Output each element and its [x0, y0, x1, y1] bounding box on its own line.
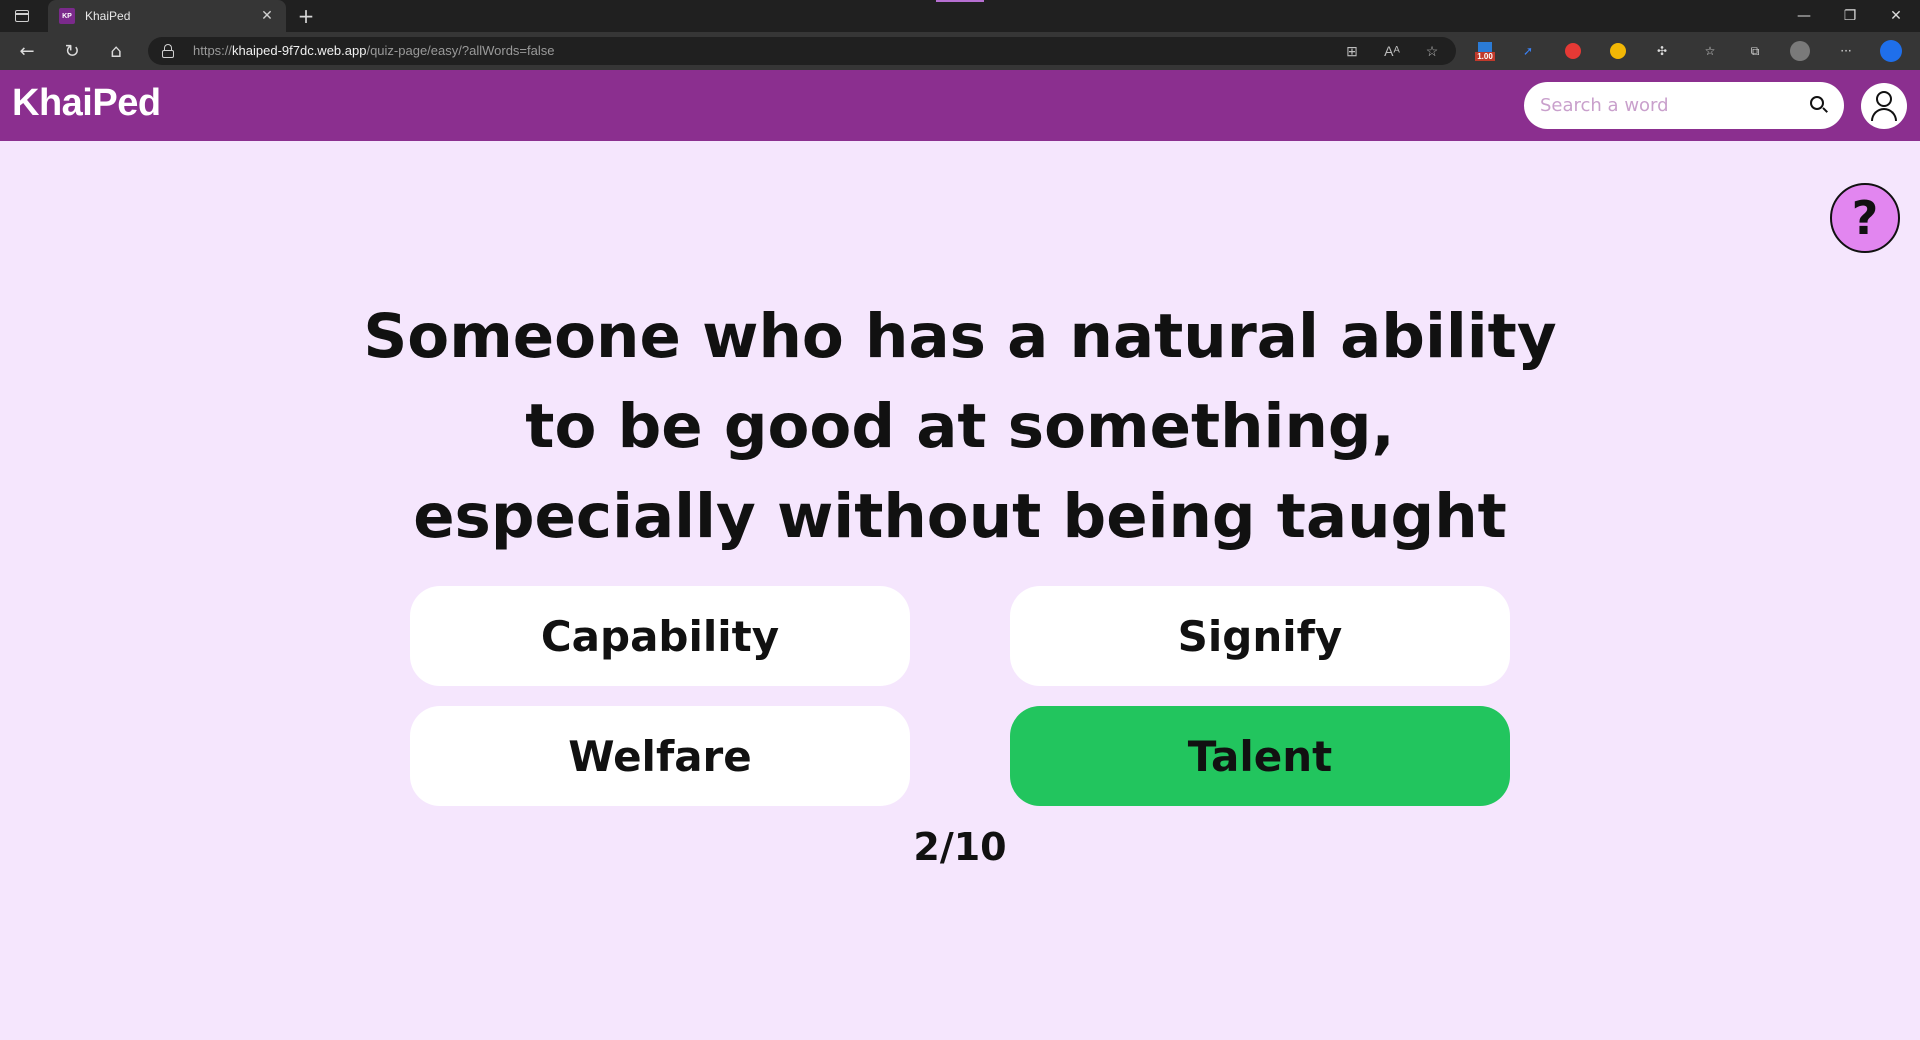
browser-tab-strip: KP KhaiPed ✕ + — ❐ ✕ — [0, 0, 1920, 32]
app-available-icon[interactable]: ⊞ — [1342, 41, 1362, 61]
window-indicator — [936, 0, 984, 2]
quiz-progress: 2/10 — [913, 825, 1007, 869]
quiz-question: Someone who has a natural ability to be … — [363, 301, 1557, 552]
favorites-icon[interactable]: ☆ — [1699, 41, 1721, 61]
answer-option[interactable]: Welfare — [410, 706, 910, 806]
answer-option[interactable]: Signify — [1010, 586, 1510, 686]
back-icon[interactable]: ← — [14, 39, 40, 63]
more-menu-icon[interactable]: ··· — [1835, 41, 1857, 61]
collections-icon[interactable]: ⧉ — [1744, 41, 1766, 61]
speed-extension-icon[interactable]: 1.00 — [1474, 41, 1496, 61]
answer-option-correct[interactable]: Talent — [1010, 706, 1510, 806]
lock-icon[interactable] — [162, 44, 174, 58]
tab-title: KhaiPed — [85, 9, 131, 23]
favicon-icon: KP — [59, 8, 75, 24]
address-bar[interactable]: https://khaiped-9f7dc.web.app/quiz-page/… — [148, 37, 1456, 65]
search-box — [1524, 82, 1844, 129]
logo[interactable]: KhaiPed — [12, 82, 161, 125]
browser-tab[interactable]: KP KhaiPed ✕ — [48, 0, 286, 32]
help-button[interactable]: ? — [1830, 183, 1900, 253]
url-text[interactable]: https://khaiped-9f7dc.web.app/quiz-page/… — [193, 43, 554, 58]
browser-profile-icon[interactable] — [1789, 41, 1811, 61]
browser-toolbar: ← ↻ ⌂ https://khaiped-9f7dc.web.app/quiz… — [0, 32, 1920, 70]
search-icon[interactable] — [1810, 96, 1828, 114]
restore-icon[interactable]: ❐ — [1828, 0, 1872, 32]
bing-copilot-icon[interactable] — [1880, 40, 1902, 62]
user-profile-icon[interactable] — [1861, 83, 1907, 129]
home-icon[interactable]: ⌂ — [103, 39, 129, 63]
extensions-puzzle-icon[interactable]: ✣ — [1651, 41, 1673, 61]
answer-option[interactable]: Capability — [410, 586, 910, 686]
colorful-extension-icon[interactable] — [1607, 41, 1629, 61]
close-window-icon[interactable]: ✕ — [1874, 0, 1918, 32]
adblock-extension-icon[interactable] — [1562, 41, 1584, 61]
favorite-star-icon[interactable]: ☆ — [1422, 41, 1442, 61]
refresh-icon[interactable]: ↻ — [59, 39, 85, 63]
site-header: KhaiPed — [0, 70, 1920, 141]
search-input[interactable] — [1540, 82, 1800, 129]
tab-actions-icon[interactable] — [13, 7, 31, 25]
read-aloud-icon[interactable]: Aᴬ — [1382, 41, 1402, 61]
close-tab-icon[interactable]: ✕ — [259, 8, 275, 24]
translate-extension-icon[interactable]: ➚ — [1517, 41, 1539, 61]
new-tab-icon[interactable]: + — [295, 5, 317, 27]
minimize-icon[interactable]: — — [1782, 0, 1826, 32]
